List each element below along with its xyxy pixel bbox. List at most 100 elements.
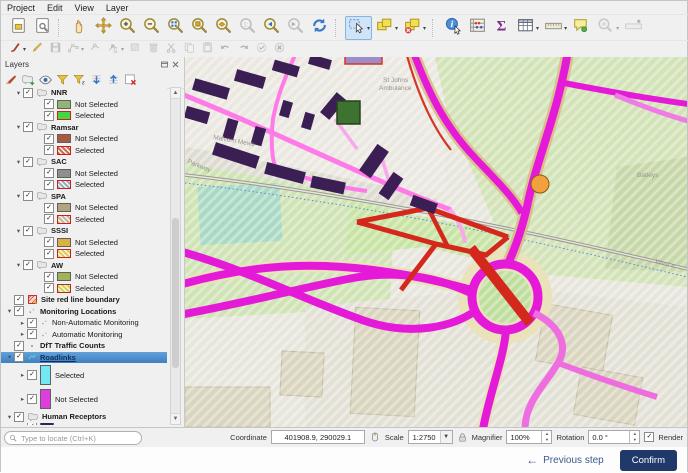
legend-item-selected[interactable]: ✓ Selected [1, 145, 167, 157]
map-canvas[interactable]: St Johns Ambulance Batleys Malvern Mews … [185, 57, 687, 427]
layer-label[interactable]: Human Receptors [42, 412, 106, 421]
dropdown-arrow-icon[interactable]: ▾ [536, 25, 539, 32]
menu-project[interactable]: Project [7, 3, 35, 13]
layer-checkbox[interactable]: ✓ [44, 133, 54, 144]
refresh-button[interactable] [308, 16, 331, 40]
chevron-down-icon[interactable]: ▼ [439, 431, 452, 443]
legend-item-selected[interactable]: ✓ Selected [1, 110, 167, 122]
toggle-editing-button[interactable] [29, 42, 46, 58]
lock-icon[interactable] [457, 432, 468, 443]
layer-checkbox[interactable]: ✓ [44, 214, 54, 225]
layer-checkbox[interactable]: ✓ [44, 271, 54, 282]
tree-expander-icon[interactable]: ▾ [14, 89, 23, 97]
legend-item-not-selected[interactable]: ✓ Not Selected [1, 271, 167, 283]
layer-checkbox[interactable]: ✓ [27, 394, 37, 404]
legend-item-not-selected[interactable]: ▸ ✓ Not Selected [1, 387, 167, 411]
tree-expander-icon[interactable]: ▸ [18, 319, 27, 327]
legend-item-not-selected[interactable]: ✓ Not Selected [1, 168, 167, 180]
map-themes-button[interactable] [38, 72, 53, 87]
layer-group-sssi[interactable]: ▾ ✓ SSSI [1, 225, 167, 237]
filter-expression-button[interactable]: ε [72, 72, 87, 87]
layer-label[interactable]: Roadlinks [40, 353, 76, 362]
spin-arrows-icon[interactable]: ▲ ▼ [629, 431, 639, 443]
layer-checkbox[interactable]: ✓ [44, 179, 54, 190]
layer-checkbox[interactable]: ✓ [44, 248, 54, 259]
legend-item-selected[interactable]: ✓ Selected [1, 179, 167, 191]
scroll-thumb[interactable] [172, 218, 179, 368]
zoom-in-button[interactable] [116, 16, 139, 40]
previous-step-link[interactable]: ← Previous step [526, 453, 604, 467]
magnifier-spinbox[interactable]: 100% ▲ ▼ [506, 430, 553, 444]
legend-item-selected[interactable]: ▸ ✓ Selected [1, 363, 167, 387]
mouse-position-icon[interactable] [369, 431, 381, 443]
zoom-layer-button[interactable] [212, 16, 235, 40]
layer-checkbox[interactable]: ✓ [23, 122, 33, 133]
current-edits-button[interactable]: ▾ [7, 42, 28, 58]
layer-styling-button[interactable] [4, 72, 19, 87]
layer-label[interactable]: AW [51, 261, 63, 270]
layer-checkbox[interactable]: ✓ [27, 370, 37, 380]
tree-expander-icon[interactable]: ▸ [18, 330, 27, 338]
layer-checkbox[interactable]: ✓ [44, 237, 54, 248]
legend-item-not-selected[interactable]: ✓ Not Selected [1, 99, 167, 111]
layer-site-red-line-boundary[interactable]: ✓ Site red line boundary [1, 294, 167, 306]
layer-group-sac[interactable]: ▾ ✓ SAC [1, 156, 167, 168]
layer-checkbox[interactable]: ✓ [44, 283, 54, 294]
tree-expander-icon[interactable]: ▾ [5, 413, 14, 421]
rotation-spinbox[interactable]: 0.0 ° ▲ ▼ [588, 430, 641, 444]
tree-expander-icon[interactable]: ▾ [14, 192, 23, 200]
layer-checkbox[interactable]: ✓ [14, 411, 24, 422]
zoom-selection-button[interactable] [188, 16, 211, 40]
layer-checkbox[interactable]: ✓ [44, 99, 54, 110]
layer-label[interactable]: SAC [51, 157, 67, 166]
layer-label[interactable]: SPA [51, 192, 66, 201]
layer-checkbox[interactable]: ✓ [23, 87, 33, 98]
menu-view[interactable]: View [75, 3, 94, 13]
legend-item-not-selected[interactable]: ✓ Not Selected [1, 133, 167, 145]
tree-expander-icon[interactable]: ▾ [14, 261, 23, 269]
tree-expander-icon[interactable]: ▾ [5, 353, 14, 361]
layer-checkbox[interactable]: ✓ [14, 340, 24, 351]
layer-group-aw[interactable]: ▾ ✓ AW [1, 260, 167, 272]
zoom-full-button[interactable] [164, 16, 187, 40]
layer-dft-traffic-counts[interactable]: ✓ DfT Traffic Counts [1, 340, 167, 352]
legend-item-selected[interactable]: ✓ Selected [1, 248, 167, 260]
dropdown-arrow-icon[interactable]: ▾ [121, 46, 124, 53]
layer-label[interactable]: DfT Traffic Counts [40, 341, 105, 350]
undock-icon[interactable] [159, 59, 170, 69]
layer-checkbox[interactable]: ✓ [44, 145, 54, 156]
legend-item-automatic-monitoring[interactable]: ▸ ✓ Automatic Monitoring [1, 329, 167, 341]
confirm-button[interactable]: Confirm [619, 449, 677, 471]
collapse-all-button[interactable] [106, 72, 121, 87]
layers-scrollbar[interactable]: ▲ ▼ [170, 87, 181, 425]
layer-label[interactable]: Ramsar [51, 123, 79, 132]
dropdown-arrow-icon[interactable]: ▾ [81, 46, 84, 53]
layer-group-roadlinks[interactable]: ▾ ✓ Roadlinks [1, 351, 167, 363]
layer-checkbox[interactable]: ✓ [23, 191, 33, 202]
coordinate-field[interactable]: 401908.9, 290029.1 [270, 430, 365, 444]
select-rectangle-button[interactable]: ▾ [345, 16, 373, 40]
dropdown-arrow-icon[interactable]: ▾ [367, 25, 370, 32]
dropdown-arrow-icon[interactable]: ▾ [423, 25, 426, 32]
attribute-table-button[interactable]: ▾ [514, 16, 541, 40]
legend-item-swatch[interactable]: ✓ [1, 422, 167, 425]
layer-label[interactable]: Site red line boundary [41, 295, 120, 304]
layer-checkbox[interactable]: ✓ [27, 329, 37, 340]
legend-item-not-selected[interactable]: ✓ Not Selected [1, 202, 167, 214]
close-icon[interactable] [170, 59, 181, 69]
legend-item-non-automatic-monitoring[interactable]: ▸ ✓ Non-Automatic Monitoring [1, 317, 167, 329]
layer-group-ramsar[interactable]: ▾ ✓ Ramsar [1, 122, 167, 134]
layer-group-nnr[interactable]: ▾ ✓ NNR [1, 87, 167, 99]
statistics-button[interactable] [466, 16, 489, 40]
layer-checkbox[interactable]: ✓ [44, 168, 54, 179]
layout-new-button[interactable] [7, 16, 30, 40]
remove-layer-button[interactable] [123, 72, 138, 87]
layer-checkbox[interactable]: ✓ [23, 156, 33, 167]
locate-input[interactable]: Type to locate (Ctrl+K) [4, 431, 142, 445]
layer-checkbox[interactable]: ✓ [14, 294, 24, 305]
filter-legend-button[interactable] [55, 72, 70, 87]
menu-layer[interactable]: Layer [106, 3, 129, 13]
layer-checkbox[interactable]: ✓ [14, 306, 24, 317]
spin-arrows-icon[interactable]: ▲ ▼ [541, 431, 551, 443]
layer-group-spa[interactable]: ▾ ✓ SPA [1, 191, 167, 203]
